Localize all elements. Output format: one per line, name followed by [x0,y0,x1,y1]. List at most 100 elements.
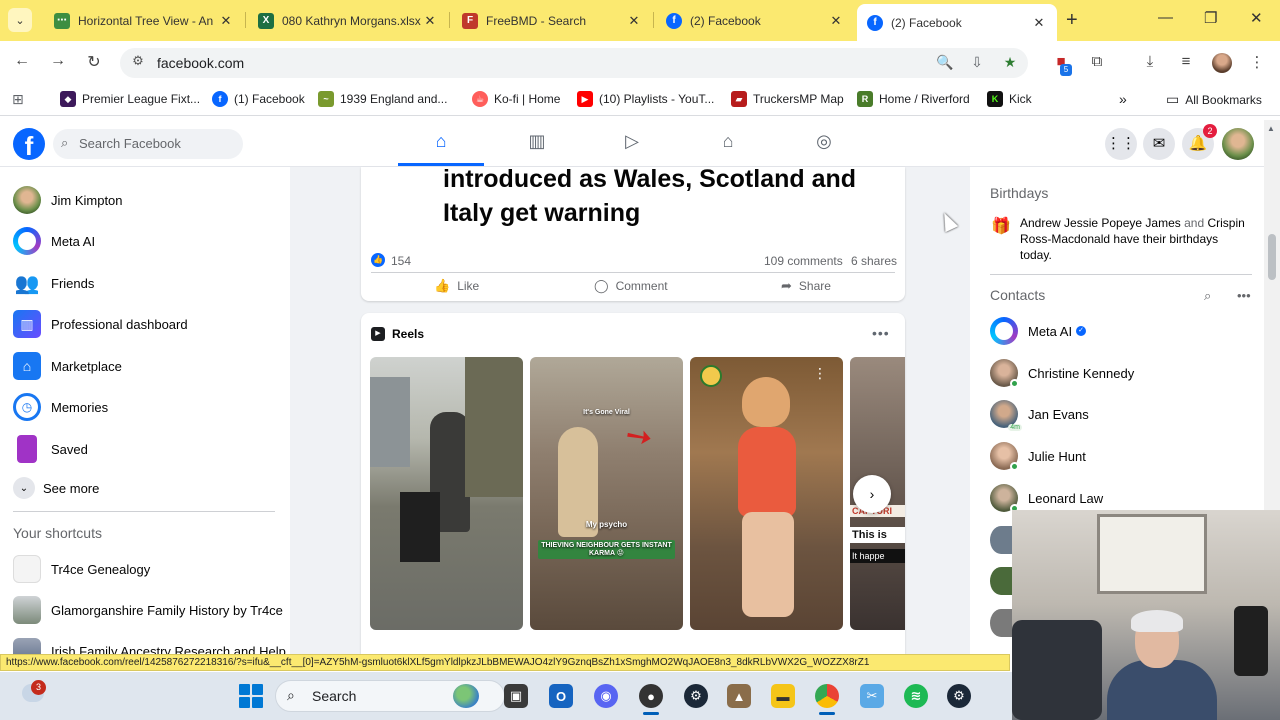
share-count[interactable]: 6 shares [851,254,897,268]
comment-count[interactable]: 109 comments [764,254,843,268]
dashboard-tab-icon[interactable]: ▥ [522,131,552,157]
reel-thumbnail[interactable]: It's Gone Viral ➘ My psycho THIEVING NEI… [530,357,683,630]
bookmark-item[interactable]: ~1939 England and... [318,91,447,107]
shortcut-item[interactable]: Glamorganshire Family History by Tr4ce [13,596,283,624]
browser-menu-icon[interactable]: ⋮ [1246,53,1268,71]
bookmark-item[interactable]: ◆ Premier League Fixt... [60,91,200,107]
contact-item[interactable]: Leonard Law [990,484,1103,513]
browser-tab[interactable]: X 080 Kathryn Morgans.xlsx ✕ [248,6,448,35]
birthday-message[interactable]: Andrew Jessie Popeye James and Crispin R… [1020,215,1252,263]
video-tab-icon[interactable]: ▷ [617,131,647,157]
install-app-icon[interactable]: ⇩ [968,54,986,71]
browser-tab-active[interactable]: f (2) Facebook ✕ [857,4,1057,41]
bookmark-item[interactable]: ▰ TruckersMP Map [731,91,844,107]
contact-item[interactable]: Meta AI ✓ [990,317,1087,345]
reel-thumbnail[interactable]: ⋮ [690,357,843,630]
browser-tab[interactable]: F FreeBMD - Search ✕ [452,6,652,35]
close-tab-icon[interactable]: ✕ [422,13,438,29]
close-tab-icon[interactable]: ✕ [1031,15,1047,31]
forward-arrow-icon[interactable]: → [46,52,70,70]
contact-avatar[interactable] [990,567,1012,595]
steam-icon[interactable]: ⚙ [684,684,708,708]
contacts-search-icon[interactable]: ⌕ [1204,288,1211,304]
sidebar-item-marketplace[interactable]: ⌂ Marketplace [13,352,122,380]
minimize-icon[interactable]: — [1158,9,1173,26]
home-tab-icon[interactable]: ⌂ [426,131,456,157]
share-button[interactable]: ➦ Share [781,277,831,295]
sidebar-item-friends[interactable]: 👥 Friends [13,269,95,297]
marketplace-tab-icon[interactable]: ⌂ [713,131,743,157]
scrollbar-thumb[interactable] [1268,234,1276,280]
account-avatar[interactable] [1222,128,1254,160]
task-view-icon[interactable]: ▣ [504,684,528,708]
contacts-more-icon[interactable]: ••• [1237,288,1251,303]
bookmark-item[interactable]: ☕ Ko-fi | Home [472,91,560,107]
sidebar-item-professional-dashboard[interactable]: ▥ Professional dashboard [13,310,188,338]
sidebar-item-memories[interactable]: ◷ Memories [13,393,108,421]
bookmark-item[interactable]: ▶ (10) Playlists - YouT... [577,91,714,107]
bookmark-item[interactable]: R Home / Riverford [857,91,970,107]
shortcut-item[interactable]: Tr4ce Genealogy [13,555,150,583]
contact-item[interactable]: 4m Jan Evans [990,400,1089,431]
outlook-icon[interactable]: O [549,684,573,708]
sidebar-item-saved[interactable]: Saved [13,435,88,463]
snipping-tool-icon[interactable]: ✂ [860,684,884,708]
more-bookmarks-icon[interactable]: » [1119,91,1127,107]
menu-grid-icon[interactable]: ⋮⋮ [1105,128,1137,160]
media-control-icon[interactable]: ≡ [1175,53,1197,70]
close-tab-icon[interactable]: ✕ [218,13,234,29]
contact-avatar[interactable] [990,609,1012,637]
bookmark-item[interactable]: K Kick [987,91,1032,107]
see-more-button[interactable]: ⌄ See more [13,477,99,499]
tab-search-button[interactable]: ⌄ [8,8,32,32]
close-tab-icon[interactable]: ✕ [828,13,844,29]
reel-more-icon[interactable]: ⋮ [813,365,827,382]
contact-item[interactable]: Christine Kennedy [990,359,1134,388]
more-options-icon[interactable]: ••• [872,325,890,341]
site-info-icon[interactable]: ⚙ [128,53,148,73]
bookmark-star-icon[interactable]: ★ [1001,54,1019,71]
facebook-logo-icon[interactable]: f [13,128,45,161]
sidebar-item-profile[interactable]: Jim Kimpton [13,186,123,214]
contact-item[interactable]: Julie Hunt [990,442,1086,471]
back-arrow-icon[interactable]: ← [10,52,34,70]
birthday-name[interactable]: Andrew Jessie Popeye James [1020,216,1181,230]
browser-tab[interactable]: ⋯ Horizontal Tree View - An ✕ [44,6,244,35]
reels-next-arrow-icon[interactable]: › [853,475,891,513]
all-bookmarks-folder[interactable]: ▭ All Bookmarks [1166,91,1262,108]
shortcut-item[interactable]: Irish Family Ancestry Research and Help [13,638,286,654]
browser-tab[interactable]: f (2) Facebook ✕ [656,6,854,35]
chrome-icon[interactable] [815,684,839,708]
restore-icon[interactable]: ❐ [1204,9,1217,27]
url-text[interactable]: facebook.com [157,55,244,71]
bookmark-item[interactable]: f (1) Facebook [212,91,305,107]
close-window-icon[interactable]: ✕ [1250,9,1263,27]
discord-icon[interactable]: ◉ [594,684,618,708]
scroll-up-icon[interactable]: ▲ [1267,124,1275,133]
groups-tab-icon[interactable]: ◎ [809,131,839,157]
zoom-search-icon[interactable]: 🔍 [936,54,954,71]
reel-thumbnail[interactable] [370,357,523,630]
browser-profile-avatar[interactable] [1212,53,1232,73]
post-headline[interactable]: introduced as Wales, Scotland and Italy … [443,162,873,230]
kick-icon: K [987,91,1003,107]
reload-icon[interactable]: ↻ [82,52,106,72]
like-button[interactable]: 👍 Like [434,277,479,295]
messenger-icon[interactable]: ✉ [1143,128,1175,160]
game-app-icon[interactable]: ▲ [727,684,751,708]
steam-icon[interactable]: ⚙ [947,684,971,708]
address-bar[interactable] [120,48,1028,78]
spotify-icon[interactable]: ≋ [904,684,928,708]
like-count[interactable]: 154 [391,254,411,268]
file-explorer-icon[interactable]: ▬ [771,684,795,708]
new-tab-icon[interactable]: + [1066,9,1078,32]
extensions-puzzle-icon[interactable]: ⧉ [1086,53,1108,70]
comment-button[interactable]: ◯ Comment [594,277,668,295]
download-icon[interactable]: ⤓ [1139,53,1161,70]
apps-grid-icon[interactable]: ⊞ [12,91,24,108]
contact-avatar[interactable] [990,526,1012,554]
windows-start-icon[interactable] [239,684,263,708]
obs-icon[interactable]: ● [639,684,663,708]
sidebar-item-meta-ai[interactable]: Meta AI [13,227,95,255]
close-tab-icon[interactable]: ✕ [626,13,642,29]
